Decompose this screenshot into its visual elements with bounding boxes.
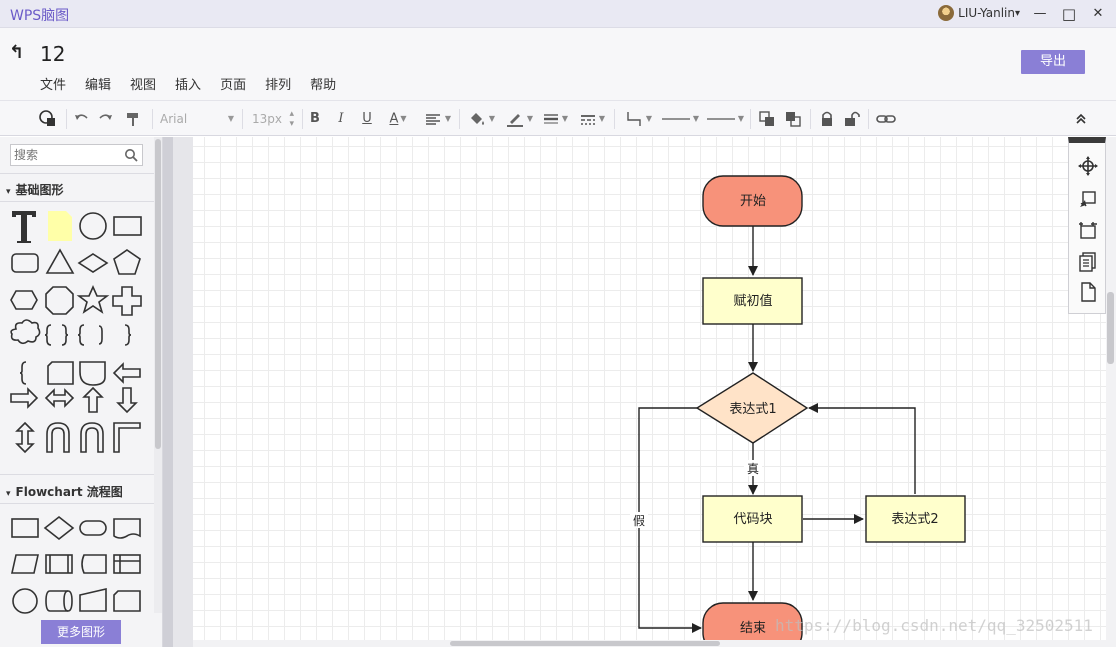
pen-icon: [506, 114, 523, 127]
elbow-connector-icon: [627, 112, 641, 126]
edge-label-false: 假: [633, 514, 645, 528]
canvas-horizontal-scroll-thumb[interactable]: [450, 641, 720, 646]
font-family-value: Arial: [160, 112, 188, 126]
line-weight-icon: [543, 114, 558, 124]
sidebar-scroll-thumb[interactable]: [155, 139, 161, 449]
line-start-button[interactable]: ▼: [660, 109, 700, 129]
link-icon[interactable]: [875, 109, 897, 129]
font-size-select[interactable]: 13px ▴ ▾: [252, 109, 296, 129]
node-start[interactable]: 开始: [702, 175, 803, 227]
italic-button[interactable]: I: [334, 109, 348, 129]
menu-insert[interactable]: 插入: [175, 74, 201, 93]
search-input[interactable]: [11, 145, 121, 165]
section-flowchart-label: Flowchart 流程图: [15, 485, 123, 499]
line-color-button[interactable]: ▼: [503, 109, 535, 129]
menu-view[interactable]: 视图: [130, 74, 156, 93]
line-end-button[interactable]: ▼: [705, 109, 745, 129]
menu-page[interactable]: 页面: [220, 74, 246, 93]
right-tool-panel: [1068, 137, 1106, 314]
toolbar: Arial ▼ 13px ▴ ▾ B I U A ▼ ▼ ▼ ▼ ▼ ▼ ▼ ▼ ▼: [0, 100, 1116, 136]
fill-color-button[interactable]: ▼: [465, 109, 497, 129]
node-cond1-label: 表达式1: [729, 402, 776, 417]
menu-edit[interactable]: 编辑: [85, 74, 111, 93]
basic-shapes-grid[interactable]: [6, 207, 154, 467]
menu-arrange[interactable]: 排列: [265, 74, 291, 93]
line-end-icon: [706, 118, 735, 120]
collapse-icon: ▾: [6, 489, 11, 499]
send-back-icon[interactable]: [783, 109, 803, 129]
undo-icon[interactable]: [72, 109, 90, 129]
node-init-label: 赋初值: [733, 293, 772, 309]
canvas-vertical-scroll-thumb[interactable]: [1107, 292, 1114, 364]
font-color-label: A: [389, 111, 399, 127]
unlock-icon[interactable]: [843, 109, 861, 129]
document-title[interactable]: 12: [40, 42, 65, 66]
title-bar: WPS脑图 LIU-Yanlin ▾ — □ ✕: [0, 0, 1116, 28]
line-start-icon: [661, 118, 690, 120]
user-menu[interactable]: LIU-Yanlin ▾: [938, 5, 1020, 21]
close-button[interactable]: ✕: [1087, 4, 1109, 24]
search-box[interactable]: [10, 144, 143, 166]
edge-label-true: 真: [747, 462, 759, 476]
node-init[interactable]: 赋初值: [702, 277, 803, 325]
format-panel-icon[interactable]: [1077, 188, 1099, 210]
section-flowchart[interactable]: ▾ Flowchart 流程图: [6, 483, 123, 500]
edge-cond2-cond1[interactable]: [808, 403, 916, 494]
drawing-canvas[interactable]: 真 假 开始 赋初值 表达式1 代码块 表达式2 结束: [193, 137, 1106, 640]
node-code-label: 代码块: [733, 512, 772, 527]
more-shapes-button[interactable]: 更多图形: [41, 620, 121, 644]
bring-front-icon[interactable]: [757, 109, 777, 129]
menu-file[interactable]: 文件: [40, 74, 66, 93]
user-avatar: [938, 5, 955, 21]
node-start-label: 开始: [740, 194, 766, 209]
redo-icon[interactable]: [97, 109, 115, 129]
export-button[interactable]: 导出: [1021, 50, 1085, 74]
format-painter-icon[interactable]: [124, 109, 142, 129]
node-cond2-label: 表达式2: [891, 512, 938, 527]
page-setup-icon[interactable]: [1077, 219, 1099, 241]
blank-page-icon[interactable]: [1077, 281, 1099, 303]
line-weight-button[interactable]: ▼: [540, 109, 570, 129]
connector-style-button[interactable]: ▼: [621, 109, 655, 129]
menu-bar: 文件 编辑 视图 插入 页面 排列 帮助: [40, 74, 355, 93]
maximize-button[interactable]: □: [1058, 4, 1080, 24]
collapse-toolbar-icon[interactable]: [1072, 109, 1090, 129]
align-icon: [425, 114, 440, 125]
paint-bucket-icon: [470, 113, 484, 125]
font-color-button[interactable]: A ▼: [385, 109, 411, 129]
navigator-icon[interactable]: [1077, 155, 1099, 177]
watermark: https://blog.csdn.net/qq_32502511: [775, 616, 1093, 635]
search-icon[interactable]: [124, 148, 138, 166]
canvas-gutter-bar: [163, 137, 173, 647]
collapse-icon: ▾: [6, 187, 11, 197]
edge-cond1-end-false[interactable]: [638, 407, 702, 633]
minimize-button[interactable]: —: [1029, 4, 1051, 24]
canvas-vertical-scrollbar[interactable]: [1106, 137, 1116, 647]
bold-button[interactable]: B: [308, 109, 322, 129]
node-cond1[interactable]: 表达式1: [695, 372, 809, 444]
underline-button[interactable]: U: [360, 109, 374, 129]
flowchart-diagram[interactable]: 真 假 开始 赋初值 表达式1 代码块 表达式2 结束: [193, 137, 1106, 640]
lock-icon[interactable]: [818, 109, 836, 129]
style-picker-icon[interactable]: [38, 109, 58, 129]
node-cond2[interactable]: 表达式2: [865, 495, 966, 543]
node-code[interactable]: 代码块: [702, 495, 803, 543]
user-name: LIU-Yanlin: [958, 6, 1015, 20]
font-size-value: 13px: [252, 112, 282, 126]
back-button[interactable]: ↰: [9, 42, 24, 63]
section-basic-shapes[interactable]: ▾ 基础图形: [6, 181, 64, 198]
flowchart-shapes-grid[interactable]: [6, 509, 154, 615]
header: ↰ 12 文件 编辑 视图 插入 页面 排列 帮助 导出: [0, 28, 1116, 100]
line-dash-icon: [580, 115, 595, 125]
node-end-label: 结束: [740, 621, 766, 636]
line-dash-button[interactable]: ▼: [576, 109, 608, 129]
shape-library: ▾ 基础图形: [0, 137, 163, 647]
section-basic-shapes-label: 基础图形: [15, 183, 64, 197]
font-family-select[interactable]: Arial ▼: [160, 109, 236, 129]
align-button[interactable]: ▼: [422, 109, 452, 129]
user-caret-icon: ▾: [1014, 7, 1020, 19]
app-title: WPS脑图: [10, 8, 70, 24]
menu-help[interactable]: 帮助: [310, 74, 336, 93]
pages-icon[interactable]: [1077, 250, 1099, 272]
